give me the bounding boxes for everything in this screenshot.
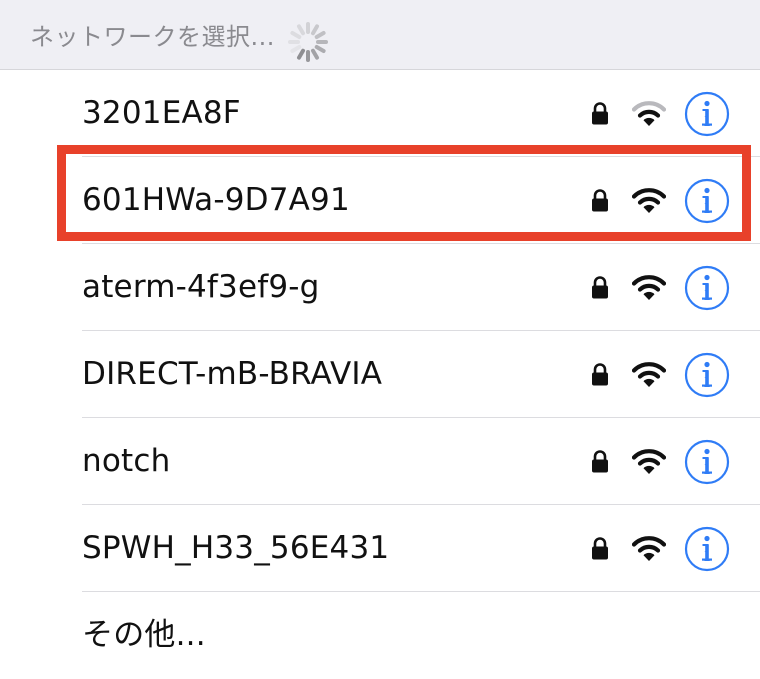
network-name: aterm-4f3ef9-g [82, 269, 320, 305]
lock-icon [590, 536, 610, 560]
wifi-icon [631, 100, 667, 128]
info-icon[interactable]: ı [684, 91, 730, 137]
network-name: notch [82, 443, 171, 479]
network-row[interactable]: 601HWa-9D7A91 ı [0, 157, 760, 244]
network-row[interactable]: aterm-4f3ef9-g ı [0, 244, 760, 331]
network-name: 3201EA8F [82, 95, 241, 131]
wifi-icon [631, 274, 667, 302]
lock-icon [590, 275, 610, 299]
network-name: DIRECT-mB-BRAVIA [82, 356, 383, 392]
lock-icon [590, 449, 610, 473]
wifi-icon [631, 361, 667, 389]
spinner-icon [288, 22, 328, 62]
network-row[interactable]: 3201EA8F ı [0, 70, 760, 157]
network-list: 3201EA8Fı601HWa-9D7A91ıaterm-4f3ef9-gıDI… [0, 70, 760, 679]
network-row[interactable]: notch ı [0, 418, 760, 505]
info-icon[interactable]: ı [684, 265, 730, 311]
wifi-icon [631, 187, 667, 215]
network-row[interactable]: DIRECT-mB-BRAVIA ı [0, 331, 760, 418]
network-list-header: ネットワークを選択... [0, 0, 760, 70]
network-name: SPWH_H33_56E431 [82, 530, 390, 566]
info-icon[interactable]: ı [684, 526, 730, 572]
other-network-row[interactable]: その他... [0, 592, 760, 679]
info-icon[interactable]: ı [684, 178, 730, 224]
lock-icon [590, 188, 610, 212]
header-title: ネットワークを選択... [30, 23, 275, 51]
network-row[interactable]: SPWH_H33_56E431 ı [0, 505, 760, 592]
wifi-icon [631, 448, 667, 476]
network-name: 601HWa-9D7A91 [82, 182, 350, 218]
lock-icon [590, 362, 610, 386]
wifi-icon [631, 535, 667, 563]
info-icon[interactable]: ı [684, 439, 730, 485]
info-icon[interactable]: ı [684, 352, 730, 398]
other-network-label: その他... [82, 617, 206, 653]
lock-icon [590, 101, 610, 125]
